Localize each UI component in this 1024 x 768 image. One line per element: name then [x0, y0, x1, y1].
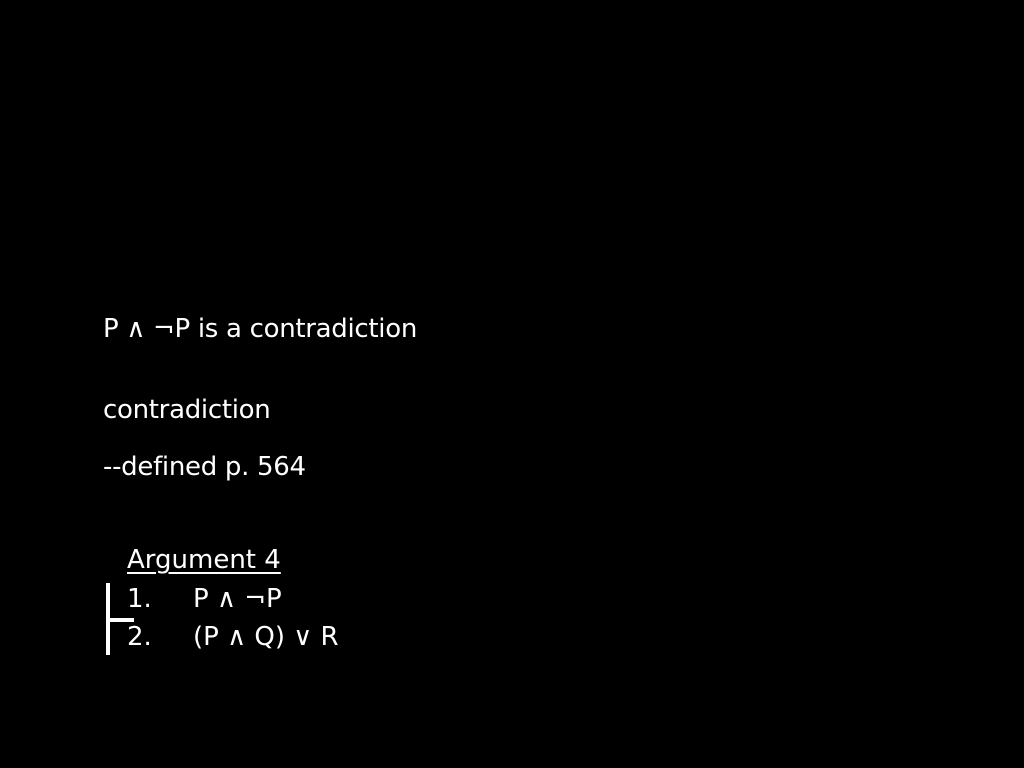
argument-step: 1. P ∧ ¬P: [127, 583, 282, 615]
definition-reference: --defined p. 564: [103, 452, 306, 482]
step-number: 2.: [127, 622, 152, 652]
step-formula: (P ∧ Q) ∨ R: [193, 622, 339, 652]
argument-step: 2. (P ∧ Q) ∨ R: [127, 621, 339, 653]
argument-block: Argument 4 1. P ∧ ¬P 2. (P ∧ Q) ∨ R: [103, 544, 503, 659]
argument-title: Argument 4: [127, 545, 281, 575]
term-heading: contradiction: [103, 395, 271, 425]
statement-line: P ∧ ¬P is a contradiction: [103, 314, 418, 344]
step-number: 1.: [127, 584, 152, 614]
step-formula: P ∧ ¬P: [193, 584, 282, 614]
